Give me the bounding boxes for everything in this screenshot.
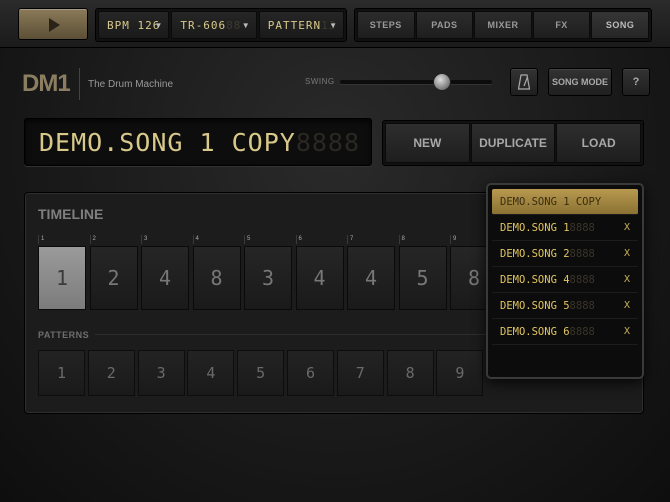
delete-song-button[interactable]: X	[624, 222, 630, 233]
swing-slider[interactable]	[340, 73, 492, 91]
timeline-cell[interactable]: 3	[244, 246, 292, 310]
song-list-item[interactable]: DEMO.SONG 2 8888 X	[492, 241, 638, 267]
help-button[interactable]: ?	[622, 68, 650, 96]
pattern-cell[interactable]: 4	[187, 350, 235, 396]
load-button[interactable]: LOAD	[556, 123, 642, 163]
song-list-item-name: DEMO.SONG 1 COPY	[500, 195, 602, 208]
kit-selector[interactable]: TR-606 88 ▼	[171, 11, 257, 39]
tab-mixer[interactable]: MIXER	[474, 11, 532, 39]
pattern-selector[interactable]: PATTERN 13 ▼	[258, 11, 345, 39]
transport-selectors: BPM 126 ▼ TR-606 88 ▼ PATTERN 13 ▼	[95, 8, 347, 42]
timeline-cells: 124834458	[38, 246, 491, 312]
delete-song-button[interactable]: X	[624, 248, 630, 259]
chevron-down-icon: ▼	[154, 21, 163, 30]
delete-song-button[interactable]: X	[624, 326, 630, 337]
patterns-divider	[95, 334, 491, 335]
tab-fx[interactable]: FX	[532, 11, 591, 39]
song-list-item-name: DEMO.SONG 1	[500, 221, 570, 234]
song-list-item-name: DEMO.SONG 2	[500, 247, 570, 260]
song-list-item-ghost-digits: 8888	[569, 221, 595, 234]
pattern-cell[interactable]: 1	[38, 350, 85, 396]
song-name-ghost-digits: 8888	[295, 127, 361, 157]
kit-ghost-digits: 88	[226, 18, 242, 32]
app-logo: DM1	[22, 70, 71, 97]
pattern-cell[interactable]: 2	[87, 350, 135, 396]
delete-song-button[interactable]: X	[624, 300, 630, 311]
tab-pads[interactable]: PADS	[415, 11, 474, 39]
pattern-cell[interactable]: 7	[336, 350, 384, 396]
timeline-cell[interactable]: 4	[141, 246, 189, 310]
chevron-down-icon: ▼	[241, 21, 250, 30]
tab-song[interactable]: SONG	[591, 11, 649, 39]
song-list-item[interactable]: DEMO.SONG 4 8888 X	[492, 267, 638, 293]
metronome-icon	[518, 74, 530, 90]
song-list-item[interactable]: DEMO.SONG 5 8888 X	[492, 293, 638, 319]
pattern-cell[interactable]: 6	[287, 350, 334, 396]
timeline-cell[interactable]: 8	[192, 246, 241, 310]
timeline-cell[interactable]: 1	[38, 246, 86, 310]
ruler-tick: 5	[244, 235, 295, 244]
swing-slider-knob[interactable]	[432, 73, 451, 91]
new-button[interactable]: NEW	[385, 123, 470, 163]
song-list-item[interactable]: DEMO.SONG 1 8888 X	[492, 215, 638, 241]
song-list-item-name: DEMO.SONG 4	[500, 273, 570, 286]
song-list-dropdown: DEMO.SONG 1 COPY DEMO.SONG 1 8888 X DEMO.SON…	[486, 183, 644, 379]
song-list-item-ghost-digits: 8888	[569, 247, 595, 260]
kit-value: TR-606	[180, 18, 227, 32]
pattern-cell[interactable]: 3	[137, 350, 185, 396]
bpm-value: BPM 126	[107, 18, 161, 32]
song-list-item[interactable]: DEMO.SONG 1 COPY	[492, 189, 638, 215]
song-list-item[interactable]: DEMO.SONG 6 8888 X	[492, 319, 638, 345]
song-list-item-name: DEMO.SONG 6	[500, 325, 570, 338]
ruler-tick: 4	[192, 235, 244, 244]
ruler-tick: 1	[38, 235, 89, 244]
ruler-tick: 8	[398, 235, 450, 244]
delete-song-button[interactable]: X	[624, 274, 630, 285]
song-name: DEMO.SONG 1 COPY	[39, 127, 296, 157]
ruler-tick: 2	[89, 235, 141, 244]
song-name-display: DEMO.SONG 1 COPY 8888	[24, 118, 372, 166]
play-button[interactable]	[18, 8, 88, 40]
timeline-cell[interactable]: 4	[295, 246, 344, 310]
nav-tabs: STEPS PADS MIXER FX SONG	[354, 8, 652, 42]
pattern-cell[interactable]: 9	[436, 350, 484, 396]
timeline-cell[interactable]: 5	[398, 246, 447, 310]
tab-steps[interactable]: STEPS	[357, 11, 415, 39]
song-list-item-ghost-digits: 8888	[569, 273, 595, 286]
chevron-down-icon: ▼	[329, 21, 338, 30]
bpm-selector[interactable]: BPM 126 ▼	[98, 11, 170, 39]
swing-label: SWING	[305, 77, 335, 86]
app-subtitle: The Drum Machine	[88, 79, 174, 90]
play-icon	[49, 18, 60, 32]
duplicate-button[interactable]: DUPLICATE	[470, 123, 556, 163]
patterns-label: PATTERNS	[38, 330, 90, 340]
timeline-cell[interactable]: 4	[347, 246, 395, 310]
ruler-tick: 7	[347, 235, 398, 244]
top-bar: BPM 126 ▼ TR-606 88 ▼ PATTERN 13 ▼ STEPS P…	[0, 0, 670, 48]
timeline-title: TIMELINE	[38, 206, 104, 222]
timeline-cell[interactable]: 8	[450, 246, 491, 310]
song-actions: NEW DUPLICATE LOAD	[382, 120, 644, 166]
pattern-value: PATTERN	[267, 18, 322, 32]
pattern-cell[interactable]: 5	[237, 350, 285, 396]
timeline-ruler: 123456789	[38, 235, 491, 244]
pattern-cell[interactable]: 8	[386, 350, 434, 396]
timeline-cell[interactable]: 2	[89, 246, 138, 310]
song-mode-button[interactable]: SONG MODE	[548, 68, 612, 96]
song-list-item-ghost-digits: 8888	[569, 325, 595, 338]
pattern-cells: 123456789	[38, 350, 491, 398]
song-list-item-name: DEMO.SONG 5	[500, 299, 570, 312]
song-list-item-ghost-digits: 8888	[569, 299, 595, 312]
ruler-tick: 6	[295, 235, 347, 244]
metronome-button[interactable]	[510, 68, 538, 96]
ruler-tick: 3	[141, 235, 192, 244]
logo-divider	[79, 68, 80, 100]
